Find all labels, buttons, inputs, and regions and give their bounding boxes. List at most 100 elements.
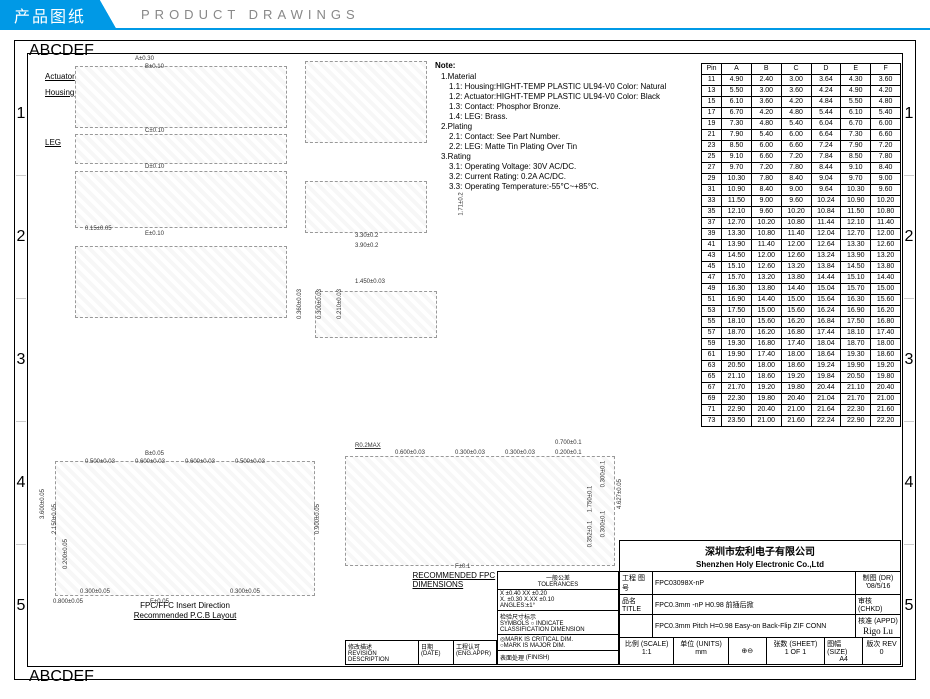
pin-cell: 13.90 bbox=[841, 251, 871, 262]
note-section-title: 1.Material bbox=[441, 72, 685, 82]
dim-0210: 0.210±0.03 bbox=[337, 289, 343, 319]
r02max-label: R0.2MAX bbox=[355, 443, 381, 449]
eng-label: 工程 图号 bbox=[620, 572, 652, 594]
pin-cell: 3.60 bbox=[751, 97, 781, 108]
pin-cell: 9.10 bbox=[722, 152, 752, 163]
table-row: 4916.3013.8014.4015.0415.7015.00 bbox=[702, 284, 901, 295]
pin-cell: 21.64 bbox=[811, 405, 841, 416]
pin-cell: 12.10 bbox=[841, 218, 871, 229]
pin-cell: 17.50 bbox=[841, 317, 871, 328]
dim-c010: C±0.10 bbox=[145, 128, 164, 134]
note-item: 1.3: Contact: Phosphor Bronze. bbox=[449, 102, 685, 112]
pin-cell: 5.44 bbox=[811, 108, 841, 119]
pin-cell: 5.40 bbox=[781, 119, 811, 130]
ruler-cell: E bbox=[73, 42, 84, 52]
pin-cell: 22.30 bbox=[722, 394, 752, 405]
note-section-title: 2.Plating bbox=[441, 122, 685, 132]
ruler-cell: C bbox=[50, 42, 62, 52]
pin-cell: 13.30 bbox=[841, 240, 871, 251]
table-row: 6521.1018.6019.2019.8420.5019.80 bbox=[702, 372, 901, 383]
pin-cell: 10.24 bbox=[811, 196, 841, 207]
pin-cell: 18.00 bbox=[751, 361, 781, 372]
pin-cell: 11.40 bbox=[781, 229, 811, 240]
pin-cell: 10.84 bbox=[811, 207, 841, 218]
header-title-cn: 产品图纸 bbox=[0, 0, 100, 30]
ruler-cell: E bbox=[73, 668, 84, 678]
pin-cell: 23 bbox=[702, 141, 722, 152]
pin-cell: 31 bbox=[702, 185, 722, 196]
pin-cell: 12.60 bbox=[751, 262, 781, 273]
units-label: 单位 (UNITS) bbox=[680, 639, 722, 649]
dim-0600a: 0.600±0.03 bbox=[135, 459, 165, 465]
pin-cell: 8.44 bbox=[811, 163, 841, 174]
pin-cell: 19.20 bbox=[781, 372, 811, 383]
pin-cell: 9.60 bbox=[781, 196, 811, 207]
table-row: 6721.7019.2019.8020.4421.1020.40 bbox=[702, 383, 901, 394]
dim-0800: 0.800±0.05 bbox=[53, 599, 83, 605]
ruler-cell: 1 bbox=[16, 53, 26, 175]
tol-line-2: ANGLES:±1° bbox=[500, 603, 535, 609]
ruler-cell: 2 bbox=[904, 175, 914, 298]
pin-cell: 22.30 bbox=[841, 405, 871, 416]
pin-cell: 16.30 bbox=[841, 295, 871, 306]
date-label: 日期 bbox=[421, 642, 451, 651]
ruler-left: 12345 bbox=[16, 53, 26, 667]
pin-cell: 12.60 bbox=[871, 240, 901, 251]
pin-cell: 19.20 bbox=[751, 383, 781, 394]
pin-cell: 17.50 bbox=[722, 306, 752, 317]
appd-label: 核准 (APPD) bbox=[858, 616, 898, 626]
pin-header-cell: D bbox=[811, 64, 841, 75]
pin-cell: 13.80 bbox=[781, 273, 811, 284]
eng-appr-en: (ENG.APPR) bbox=[456, 651, 494, 657]
pin-cell: 33 bbox=[702, 196, 722, 207]
pin-cell: 10.20 bbox=[751, 218, 781, 229]
pin-cell: 6.70 bbox=[841, 119, 871, 130]
table-row: 4314.5012.0012.6013.2413.9013.20 bbox=[702, 251, 901, 262]
pin-cell: 9.04 bbox=[811, 174, 841, 185]
pin-cell: 21.60 bbox=[871, 405, 901, 416]
dim-e010: E±0.10 bbox=[145, 231, 164, 237]
pin-cell: 6.60 bbox=[871, 130, 901, 141]
pin-cell: 51 bbox=[702, 295, 722, 306]
pin-cell: 14.44 bbox=[811, 273, 841, 284]
pin-cell: 15.70 bbox=[841, 284, 871, 295]
pin-cell: 15.10 bbox=[722, 262, 752, 273]
note-item: 2.1: Contact: See Part Number. bbox=[449, 132, 685, 142]
pin-cell: 14.40 bbox=[871, 273, 901, 284]
pin-cell: 5.40 bbox=[871, 108, 901, 119]
title-block: 深圳市宏利电子有限公司 Shenzhen Holy Electronic Co.… bbox=[619, 540, 901, 665]
pin-cell: 12.70 bbox=[722, 218, 752, 229]
pin-cell: 4.80 bbox=[781, 108, 811, 119]
dim-0500a: 0.500±0.03 bbox=[85, 459, 115, 465]
pin-cell: 27 bbox=[702, 163, 722, 174]
ruler-cell: 2 bbox=[16, 175, 26, 298]
pin-cell: 57 bbox=[702, 328, 722, 339]
ruler-cell: 4 bbox=[16, 421, 26, 544]
pin-cell: 7.80 bbox=[751, 174, 781, 185]
pin-cell: 17.40 bbox=[751, 350, 781, 361]
pin-cell: 18.00 bbox=[871, 339, 901, 350]
table-row: 5718.7016.2016.8017.4418.1017.40 bbox=[702, 328, 901, 339]
pin-cell: 7.30 bbox=[841, 130, 871, 141]
pin-cell: 18.10 bbox=[722, 317, 752, 328]
pin-cell: 10.80 bbox=[781, 218, 811, 229]
pin-cell: 9.10 bbox=[841, 163, 871, 174]
pin-cell: 9.64 bbox=[811, 185, 841, 196]
pin-cell: 4.90 bbox=[841, 86, 871, 97]
pin-cell: 10.30 bbox=[722, 174, 752, 185]
pin-cell: 21.00 bbox=[781, 405, 811, 416]
page-root: { "header": { "title_cn": "产品图纸", "title… bbox=[0, 0, 930, 699]
note-item: 1.2: Actuator:HIGHT-TEMP PLASTIC UL94-V0… bbox=[449, 92, 685, 102]
pin-cell: 4.84 bbox=[811, 97, 841, 108]
dim-390: 3.90±0.2 bbox=[355, 243, 378, 249]
pin-cell: 7.80 bbox=[871, 152, 901, 163]
pin-cell: 15.60 bbox=[781, 306, 811, 317]
pin-cell: 19.80 bbox=[871, 372, 901, 383]
recommended-pcb-layout: B±0.05 0.500±0.03 0.600±0.03 0.600±0.03 … bbox=[55, 461, 315, 621]
pin-cell: 7.20 bbox=[781, 152, 811, 163]
pin-cell: 6.10 bbox=[722, 97, 752, 108]
tol-class: CLASSIFICATION DIMENSION bbox=[500, 627, 585, 633]
dim-330: 3.30±0.2 bbox=[355, 233, 378, 239]
pin-cell: 19.80 bbox=[751, 394, 781, 405]
dim-0300b: 0.300±0.05 bbox=[80, 589, 110, 595]
